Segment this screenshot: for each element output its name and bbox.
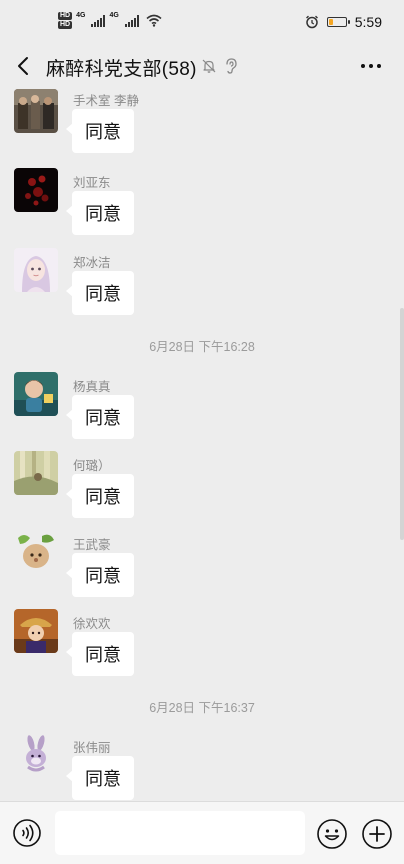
more-dots-icon[interactable] [358,54,384,78]
avatar[interactable] [14,530,58,574]
sender-name: 刘亚东 [73,176,111,190]
sender-name: 徐欢欢 [73,617,111,631]
sender-name: 手术室 李静 [73,94,139,108]
message-row: 何璐） 同意 [0,451,404,531]
battery-icon [326,17,350,27]
message-bubble[interactable]: 同意 [66,191,134,235]
voice-icon[interactable] [12,818,42,848]
avatar[interactable] [14,248,58,292]
status-right: 5:59 [305,14,382,30]
status-time: 5:59 [354,14,382,30]
avatar-image [14,733,58,777]
sender-name: 王武豪 [73,538,111,552]
avatar-image [14,168,58,212]
hd-badge: HD [58,12,73,20]
message-bubble[interactable]: 同意 [66,756,134,800]
avatar-image [14,609,58,653]
wifi-icon [146,14,162,27]
time-separator: 6月28日 下午16:37 [149,701,255,715]
network-type: 4G [76,12,86,19]
avatar-image [14,248,58,292]
sender-name: 张伟丽 [73,741,111,755]
message-text: 同意 [85,566,121,586]
avatar[interactable] [14,451,58,495]
sender-name: 何璐） [73,459,111,473]
alarm-icon [305,15,318,29]
signal-icon [124,14,139,27]
message-text: 同意 [85,487,121,507]
message-list[interactable]: 手术室 李静 同意 刘亚东 同意 郑冰洁 同意 6月28日 下午16:28 杨真… [0,88,404,800]
plus-icon[interactable] [361,818,393,850]
message-row: 张伟丽 同意 [0,733,404,800]
message-bubble[interactable]: 同意 [66,474,134,518]
message-input[interactable] [55,811,305,855]
battery-level [328,19,333,25]
message-bubble[interactable]: 同意 [66,395,134,439]
avatar-image [14,530,58,574]
message-text: 同意 [85,645,121,665]
time-separator: 6月28日 下午16:28 [149,340,255,354]
avatar-image [14,372,58,416]
message-text: 同意 [85,284,121,304]
signal-icon [91,14,106,27]
sender-name: 杨真真 [73,380,111,394]
message-text: 同意 [85,204,121,224]
sender-name: 郑冰洁 [73,256,111,270]
message-text: 同意 [85,408,121,428]
message-row: 刘亚东 同意 [0,168,404,248]
chat-header: 麻醉科党支部(58) [0,44,404,88]
avatar[interactable] [14,168,58,212]
input-bar [0,801,404,864]
message-text: 同意 [85,122,121,142]
emoji-icon[interactable] [316,818,348,850]
avatar[interactable] [14,609,58,653]
message-text: 同意 [85,769,121,789]
status-left: HD HD 4G 4G [58,12,162,29]
avatar[interactable] [14,89,58,133]
message-row: 手术室 李静 同意 [0,88,404,166]
message-row: 杨真真 同意 [0,372,404,452]
message-bubble[interactable]: 同意 [66,553,134,597]
avatar[interactable] [14,733,58,777]
message-row: 徐欢欢 同意 [0,609,404,689]
scrollbar[interactable] [400,308,404,540]
avatar[interactable] [14,372,58,416]
message-bubble[interactable]: 同意 [66,271,134,315]
chat-title: 麻醉科党支部(58) [46,59,197,80]
network-type: 4G [109,12,119,19]
status-bar: HD HD 4G 4G 5:59 [0,0,404,44]
bell-off-icon [202,59,216,73]
avatar-image [14,89,58,133]
message-bubble[interactable]: 同意 [66,109,134,153]
hd-badge: HD [58,21,73,29]
ear-icon [226,58,237,74]
avatar-image [14,451,58,495]
message-row: 王武豪 同意 [0,530,404,610]
message-bubble[interactable]: 同意 [66,632,134,676]
chevron-left-icon[interactable] [12,54,36,78]
message-row: 郑冰洁 同意 [0,248,404,328]
